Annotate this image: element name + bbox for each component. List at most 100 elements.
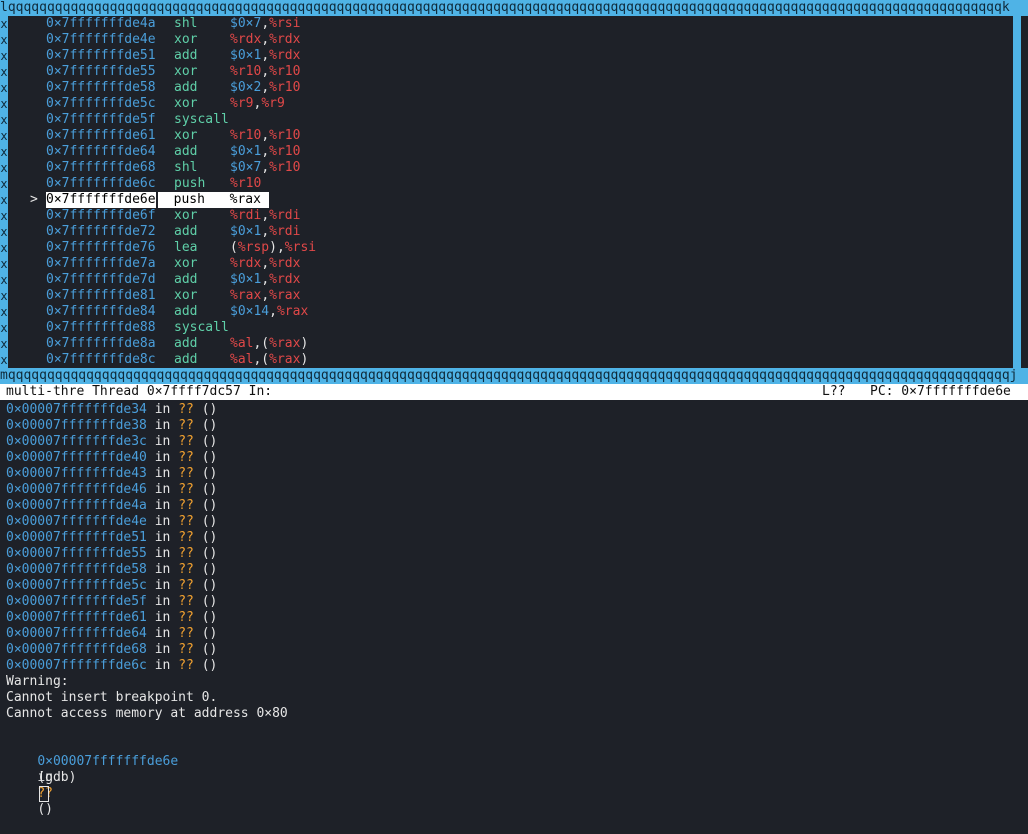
frame-in: in xyxy=(154,562,171,577)
asm-address: 0×7fffffffde6e xyxy=(46,192,156,208)
frame-in: in xyxy=(154,658,171,673)
tui-side-mark: x xyxy=(0,65,8,79)
tui-side-mark: x xyxy=(0,225,8,239)
frame-address: 0×00007fffffffde5f xyxy=(6,594,147,609)
asm-operands: $0×7,%r10 xyxy=(230,160,300,176)
asm-row[interactable]: 0×7fffffffde61 xor %r10,%r10 xyxy=(8,128,1013,144)
operand-register: %rax xyxy=(269,288,301,303)
asm-row[interactable]: 0×7fffffffde68 shl $0×7,%r10 xyxy=(8,160,1013,176)
frame-line: 0×00007fffffffde6e in ?? () xyxy=(6,738,1022,817)
asm-address: 0×7fffffffde72 xyxy=(46,224,156,239)
frame-address: 0×00007fffffffde6c xyxy=(6,658,147,673)
frame-address: 0×00007fffffffde4e xyxy=(6,514,147,529)
frame-unknown: ?? xyxy=(178,434,194,449)
frame-in: in xyxy=(154,418,171,433)
asm-opcode: add xyxy=(174,80,198,95)
gdb-console[interactable]: 0×00007fffffffde34 in ?? () 0×00007ffffff… xyxy=(6,402,1022,817)
asm-operands: $0×1,%rdx xyxy=(230,48,300,64)
frame-parens: () xyxy=(201,530,218,545)
frame-line: 0×00007fffffffde46 in ?? () xyxy=(6,482,1022,498)
asm-row[interactable]: 0×7fffffffde7d add $0×1,%rdx xyxy=(8,272,1013,288)
operand-register: %rdi xyxy=(230,208,262,223)
asm-row[interactable]: 0×7fffffffde6f xor %rdi,%rdi xyxy=(8,208,1013,224)
asm-row[interactable]: 0×7fffffffde5c xor %r9,%r9 xyxy=(8,96,1013,112)
operand-immediate: $0×14 xyxy=(230,304,270,319)
asm-row[interactable]: 0×7fffffffde7a xor %rdx,%rdx xyxy=(8,256,1013,272)
operand-punct: , xyxy=(261,32,270,47)
asm-address: 0×7fffffffde4a xyxy=(46,16,156,31)
asm-row[interactable]: 0×7fffffffde4a shl $0×7,%rsi xyxy=(8,16,1013,32)
tui-side-mark: x xyxy=(0,161,8,175)
frame-address: 0×00007fffffffde61 xyxy=(6,610,147,625)
tui-side-mark: x xyxy=(0,193,8,207)
asm-opcode: add xyxy=(174,144,198,159)
asm-row[interactable]: 0×7fffffffde4e xor %rdx,%rdx xyxy=(8,32,1013,48)
tui-side-mark: x xyxy=(0,33,8,47)
operand-punct: , xyxy=(261,48,270,63)
asm-operands: (%rsp),%rsi xyxy=(230,240,316,256)
asm-row[interactable]: 0×7fffffffde84 add $0×14,%rax xyxy=(8,304,1013,320)
operand-register: %al xyxy=(230,336,254,351)
operand-immediate: $0×1 xyxy=(230,144,262,159)
asm-row[interactable]: 0×7fffffffde8c add %al,(%rax) xyxy=(8,352,1013,368)
prompt-line[interactable]: (gdb) xyxy=(6,754,1022,802)
frame-address: 0×00007fffffffde46 xyxy=(6,482,147,497)
asm-address: 0×7fffffffde88 xyxy=(46,320,156,335)
asm-opcode: push xyxy=(174,176,206,191)
tui-side-mark: x xyxy=(0,97,8,111)
operand-punct: ) xyxy=(300,352,309,367)
frame-in: in xyxy=(154,642,171,657)
asm-row[interactable]: 0×7fffffffde55 xor %r10,%r10 xyxy=(8,64,1013,80)
operand-register: %r10 xyxy=(230,176,262,191)
asm-row[interactable]: 0×7fffffffde81 xor %rax,%rax xyxy=(8,288,1013,304)
asm-row[interactable]: 0×7fffffffde5f syscall xyxy=(8,112,1013,128)
asm-opcode: xor xyxy=(174,64,198,79)
frame-parens: () xyxy=(201,434,218,449)
asm-row[interactable]: 0×7fffffffde58 add $0×2,%r10 xyxy=(8,80,1013,96)
asm-listing[interactable]: x 0×7fffffffde4a shl $0×7,%rsi x 0×7fffffffde… xyxy=(0,16,1028,368)
tui-side-mark: x xyxy=(0,17,8,31)
operand-punct: , xyxy=(261,272,270,287)
asm-operands: $0×1,%rdx xyxy=(230,272,300,288)
asm-row[interactable]: 0×7fffffffde64 add $0×1,%r10 xyxy=(8,144,1013,160)
frame-in: in xyxy=(154,482,171,497)
asm-row[interactable]: 0×7fffffffde72 add $0×1,%rdi xyxy=(8,224,1013,240)
operand-register: %rsp xyxy=(237,240,270,255)
frame-address: 0×00007fffffffde64 xyxy=(6,626,147,641)
asm-row[interactable]: 0×7fffffffde76 lea (%rsp),%rsi xyxy=(8,240,1013,256)
warning-line: Warning: xyxy=(6,674,69,689)
asm-operands: %r10,%r10 xyxy=(230,128,300,144)
asm-operands: $0×1,%r10 xyxy=(230,144,300,160)
operand-immediate: $0×1 xyxy=(230,48,262,63)
asm-operands: $0×1,%rdi xyxy=(230,224,300,240)
operand-register: %rdi xyxy=(269,208,301,223)
frame-parens: () xyxy=(201,610,218,625)
asm-address: 0×7fffffffde58 xyxy=(46,80,156,95)
frame-address: 0×00007fffffffde68 xyxy=(6,642,147,657)
asm-row[interactable]: 0×7fffffffde6c push %r10 xyxy=(8,176,1013,192)
frame-parens: () xyxy=(201,514,218,529)
operand-punct: , xyxy=(261,128,270,143)
operand-register: %rdx xyxy=(269,32,301,47)
asm-row[interactable]: 0×7fffffffde8a add %al,(%rax) xyxy=(8,336,1013,352)
frame-in: in xyxy=(154,450,171,465)
tui-side-mark: x xyxy=(0,113,8,127)
tui-side-mark: x xyxy=(0,337,8,351)
asm-row[interactable]: 0×7fffffffde51 add $0×1,%rdx xyxy=(8,48,1013,64)
asm-operands: $0×2,%r10 xyxy=(230,80,300,96)
frame-line: 0×00007fffffffde38 in ?? () xyxy=(6,418,1022,434)
asm-opcode: xor xyxy=(174,256,198,271)
frame-in: in xyxy=(154,610,171,625)
text-cursor[interactable] xyxy=(39,786,50,802)
operand-register: %rdx xyxy=(269,256,301,271)
asm-row[interactable]: 0×7fffffffde88 syscall xyxy=(8,320,1013,336)
tui-side-mark: x xyxy=(0,273,8,287)
frame-line: 0×00007fffffffde34 in ?? () xyxy=(6,402,1022,418)
operand-punct: , xyxy=(261,144,270,159)
asm-address: 0×7fffffffde51 xyxy=(46,48,156,63)
asm-operands: %rdx,%rdx xyxy=(230,32,300,48)
asm-operands: %r10 xyxy=(230,176,261,192)
operand-register: %rax xyxy=(276,304,309,319)
asm-row-current[interactable]: >0×7fffffffde6e push %rax xyxy=(8,192,1013,208)
operand-punct: , xyxy=(261,160,270,175)
